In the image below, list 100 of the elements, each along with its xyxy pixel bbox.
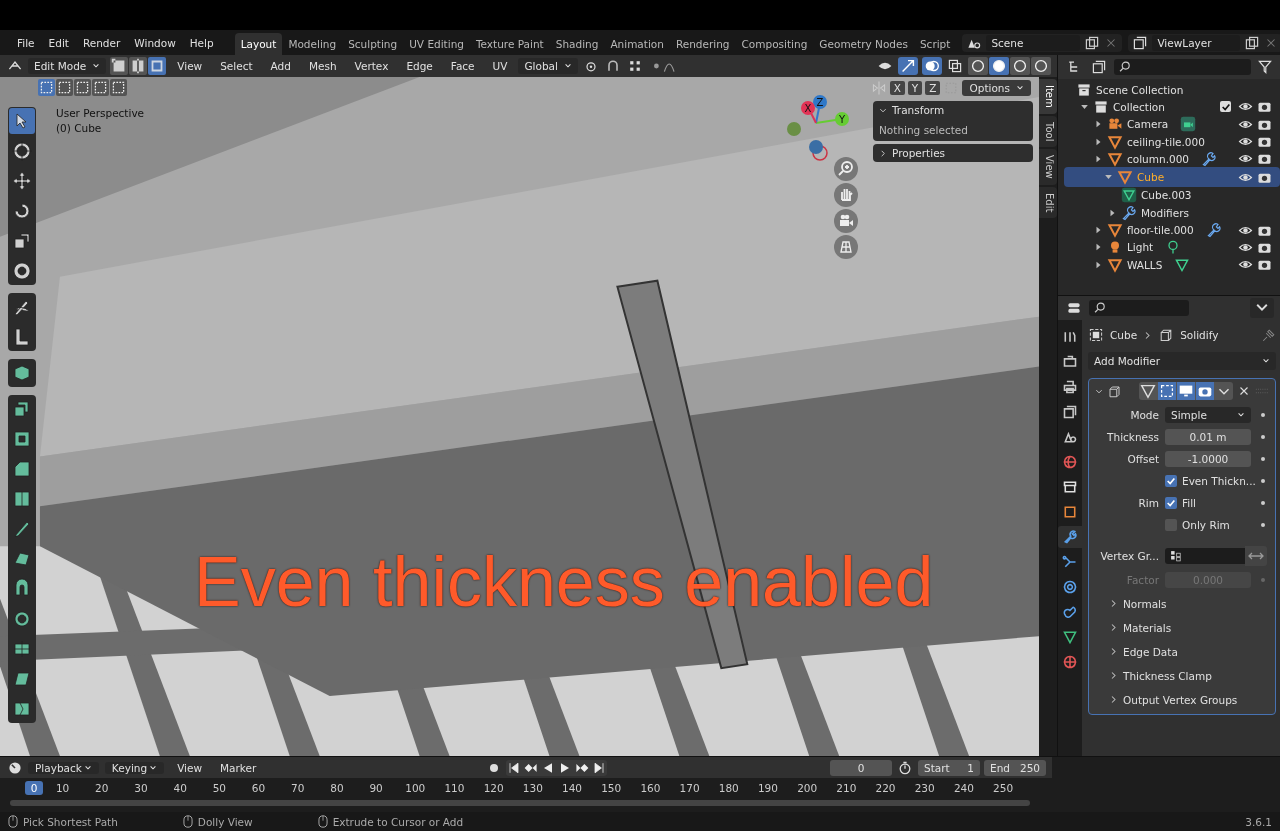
wrench-icon[interactable]: [1201, 150, 1218, 167]
chevron-icon[interactable]: [1109, 647, 1118, 656]
menu-item[interactable]: File: [10, 36, 42, 49]
monitor-icon[interactable]: [1177, 382, 1195, 400]
axis-gizmo-drawing[interactable]: Z Y X: [786, 93, 866, 163]
vertex-select-mode-icon[interactable]: [110, 57, 129, 75]
pin-icon[interactable]: [1261, 327, 1276, 343]
menu-item[interactable]: UV: [485, 60, 515, 72]
edit-mode-icon[interactable]: [1158, 382, 1176, 400]
number-field[interactable]: -1.0000: [1165, 450, 1251, 467]
chevron-icon[interactable]: [1109, 695, 1118, 704]
disclosure-triangle-icon[interactable]: [1094, 243, 1103, 252]
keyframe-dot-icon[interactable]: [1261, 434, 1265, 439]
rendered-shading-icon[interactable]: [1031, 57, 1051, 75]
mesh-data-icon[interactable]: [1174, 256, 1191, 273]
tree-item[interactable]: column.000: [1127, 152, 1190, 165]
scrollbar[interactable]: [10, 800, 1030, 806]
copy-icon[interactable]: [1084, 34, 1101, 51]
tree-item[interactable]: ceiling-tile.000: [1127, 135, 1205, 148]
layers-icon[interactable]: [1132, 34, 1149, 51]
checkbox[interactable]: [1165, 496, 1177, 509]
chevron-icon[interactable]: [879, 148, 887, 158]
menu-item[interactable]: Render: [75, 36, 128, 49]
keyframe-dot-icon[interactable]: [1261, 577, 1265, 582]
sidebar-tab[interactable]: Edit: [1039, 186, 1057, 219]
tree-item[interactable]: Cube.003: [1141, 189, 1192, 202]
disclosure-triangle-icon[interactable]: [1104, 173, 1113, 182]
workspace-tab[interactable]: Modeling: [282, 33, 343, 55]
mirror-axis-toggle[interactable]: Z: [925, 81, 941, 95]
menu-item[interactable]: View: [170, 761, 210, 774]
checkbox[interactable]: [1220, 101, 1231, 113]
panel-title[interactable]: Properties: [892, 147, 946, 159]
search-field[interactable]: [1089, 300, 1189, 316]
keyframe-dot-icon[interactable]: [1261, 456, 1265, 461]
camera-data-icon[interactable]: [1180, 116, 1197, 133]
current-frame-field[interactable]: 0: [830, 759, 892, 776]
workspace-tab[interactable]: UV Editing: [403, 33, 470, 55]
workspace-tab[interactable]: Geometry Nodes: [813, 33, 914, 55]
menu-item[interactable]: View: [170, 60, 210, 72]
panel-title[interactable]: Transform: [892, 104, 945, 116]
wireframe-shading-icon[interactable]: [968, 57, 988, 75]
menu-item[interactable]: Marker: [213, 761, 264, 774]
disclosure-triangle-icon[interactable]: [1108, 208, 1117, 217]
box-mode-icon[interactable]: [74, 79, 91, 96]
keyframe-dot-icon[interactable]: [1261, 478, 1265, 483]
face-select-mode-icon[interactable]: [148, 57, 167, 75]
workspace-tab[interactable]: Animation: [604, 33, 670, 55]
checkbox[interactable]: [1165, 474, 1177, 487]
tree-item[interactable]: WALLS: [1127, 258, 1163, 271]
disclosure-triangle-icon[interactable]: [1094, 120, 1103, 129]
subpanel-title[interactable]: Materials: [1123, 621, 1172, 634]
tree-item[interactable]: Cube: [1137, 171, 1165, 184]
hand-icon[interactable]: [834, 183, 858, 207]
subpanel-title[interactable]: Output Vertex Groups: [1123, 693, 1238, 706]
search-field[interactable]: [1114, 59, 1251, 75]
tree-item[interactable]: Camera: [1127, 118, 1169, 131]
sidebar-tab[interactable]: View: [1039, 149, 1057, 185]
sidebar-tab[interactable]: Tool: [1039, 115, 1057, 148]
box-mode-icon[interactable]: [56, 79, 73, 96]
keyframe-dot-icon[interactable]: [1261, 500, 1265, 505]
end-frame-field[interactable]: End 250: [984, 759, 1046, 776]
disclosure-triangle-icon[interactable]: [1094, 260, 1103, 269]
checkbox-label[interactable]: Fill: [1182, 496, 1197, 509]
mode-dropdown[interactable]: Simple: [1165, 406, 1251, 423]
chevron-icon[interactable]: [1109, 671, 1118, 680]
tree-item[interactable]: floor-tile.000: [1127, 224, 1194, 236]
sidebar-tab[interactable]: Item: [1039, 79, 1057, 114]
filter-icon[interactable]: [1256, 59, 1274, 75]
checkbox-label[interactable]: Even Thickn...: [1182, 474, 1256, 487]
caret-icon[interactable]: [1250, 298, 1274, 318]
tree-item[interactable]: Light: [1127, 241, 1154, 254]
add-modifier-dropdown[interactable]: Add Modifier: [1088, 352, 1276, 370]
orientation-dropdown[interactable]: Global: [518, 58, 578, 74]
options-dropdown[interactable]: Options: [962, 80, 1031, 96]
material-shading-icon[interactable]: [1010, 57, 1030, 75]
menu-item[interactable]: Window: [127, 36, 183, 49]
wrench-tab[interactable]: [1058, 526, 1082, 548]
edge-select-mode-icon[interactable]: [129, 57, 148, 75]
workspace-tab[interactable]: Compositing: [735, 33, 814, 55]
box-mode-icon[interactable]: [92, 79, 109, 96]
chevron-icon[interactable]: [1109, 599, 1118, 608]
playhead[interactable]: 0: [25, 781, 43, 795]
checkbox-label[interactable]: Only Rim: [1182, 518, 1230, 531]
mode-dropdown[interactable]: Edit Mode: [28, 58, 107, 74]
edit-cage-icon[interactable]: [1139, 382, 1157, 400]
gizmo-toggle-icon[interactable]: [898, 57, 918, 75]
tree-item[interactable]: Modifiers: [1141, 206, 1189, 219]
subpanel-title[interactable]: Edge Data: [1123, 645, 1178, 658]
menu-item[interactable]: Playback: [28, 761, 99, 774]
menu-item[interactable]: Add: [263, 60, 298, 72]
menu-item[interactable]: Select: [213, 60, 260, 72]
box-mode-icon[interactable]: [110, 79, 127, 96]
view-layer-field[interactable]: ViewLayer: [1152, 34, 1241, 51]
menu-item[interactable]: Edge: [399, 60, 440, 72]
checkbox[interactable]: [1165, 518, 1177, 531]
grid-view-icon[interactable]: [834, 235, 858, 259]
chevron-icon[interactable]: [1109, 623, 1118, 632]
disclosure-triangle-icon[interactable]: [1094, 137, 1103, 146]
workspace-tab[interactable]: Layout: [234, 33, 283, 55]
box-mode-icon[interactable]: [38, 79, 55, 96]
